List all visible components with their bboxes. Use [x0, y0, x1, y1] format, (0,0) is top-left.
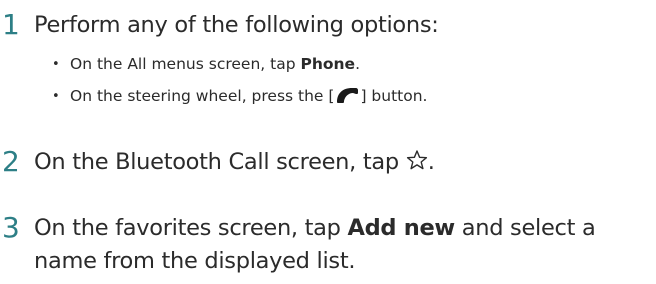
- list-item: • On the All menus screen, tap Phone.: [50, 53, 650, 75]
- bullet-icon: •: [52, 57, 60, 72]
- step-number: 2: [2, 145, 20, 178]
- option-text-end: ] button.: [360, 87, 428, 105]
- options-list: • On the All menus screen, tap Phone. • …: [50, 53, 650, 117]
- option-text-end: .: [355, 55, 360, 73]
- step-text: On the Bluetooth Call screen, tap .: [34, 148, 435, 175]
- option-text: On the steering wheel, press the [: [70, 87, 335, 105]
- button-label-add-new: Add new: [347, 215, 455, 241]
- step-number: 1: [2, 8, 20, 41]
- list-item: • On the steering wheel, press the [ ] bu…: [50, 85, 650, 107]
- step-text: On the favorites screen, tap Add new and…: [34, 215, 596, 274]
- step-text: Perform any of the following options:: [34, 12, 439, 38]
- phone-handset-icon: [334, 85, 360, 105]
- option-text: On the All menus screen, tap: [70, 55, 301, 73]
- step-number: 3: [2, 211, 20, 244]
- star-outline-icon: [406, 148, 428, 170]
- menu-item-phone: Phone: [300, 55, 356, 73]
- bullet-icon: •: [52, 89, 60, 104]
